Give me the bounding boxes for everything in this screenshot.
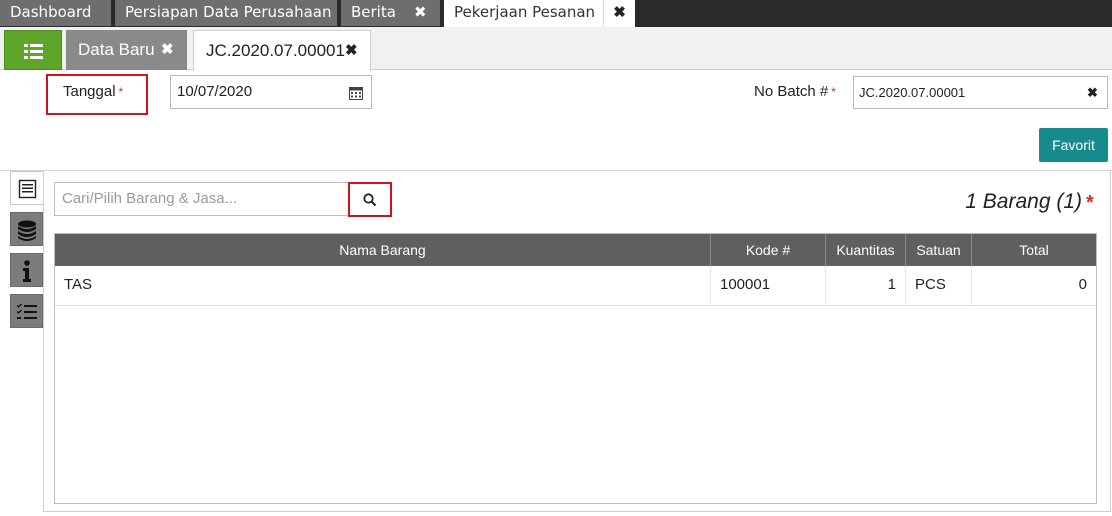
tab-label: Dashboard — [10, 3, 92, 21]
cell-satuan: PCS — [906, 266, 972, 306]
close-icon[interactable]: ✖ — [603, 0, 635, 27]
batch-value: JC.2020.07.00001 — [859, 85, 966, 100]
column-header-kode[interactable]: Kode # — [711, 234, 826, 266]
side-tab-checklist[interactable] — [10, 294, 43, 328]
tab-label: Data Baru — [78, 40, 155, 59]
sub-tab-data-baru[interactable]: Data Baru ✖ — [66, 30, 187, 70]
no-batch-input[interactable]: JC.2020.07.00001 ✖ — [853, 76, 1108, 109]
tanggal-date-input[interactable]: 10/07/2020 — [170, 75, 372, 109]
tanggal-label: Tanggal * — [63, 82, 123, 102]
sub-tab-jc-2020[interactable]: JC.2020.07.00001 ✖ — [193, 30, 371, 71]
label-text: Tanggal — [63, 83, 116, 100]
no-batch-label: No Batch # * — [754, 82, 836, 102]
cell-kuantitas: 1 — [826, 266, 906, 306]
close-icon[interactable]: ✖ — [414, 0, 427, 25]
search-icon — [363, 193, 377, 207]
label-text: No Batch # — [754, 83, 829, 100]
required-marker: * — [118, 85, 124, 99]
info-icon — [23, 260, 31, 282]
top-tab-dashboard[interactable]: Dashboard — [0, 0, 111, 26]
list-icon — [24, 44, 43, 59]
calendar-icon[interactable] — [349, 86, 363, 100]
item-search-input[interactable]: Cari/Pilih Barang & Jasa... — [54, 182, 348, 216]
item-count: 1 Barang (1) — [965, 190, 1082, 213]
list-menu-button[interactable] — [4, 30, 62, 70]
column-header-total[interactable]: Total — [972, 234, 1096, 266]
favorit-button[interactable]: Favorit — [1039, 128, 1108, 162]
close-icon[interactable]: ✖ — [345, 31, 358, 71]
column-header-kuantitas[interactable]: Kuantitas — [826, 234, 906, 266]
required-marker: * — [1086, 192, 1094, 214]
tab-label: Pekerjaan Pesanan — [454, 3, 596, 21]
items-table: Nama Barang Kode # Kuantitas Satuan Tota… — [54, 233, 1097, 504]
side-tab-info[interactable] — [10, 253, 43, 287]
clear-icon[interactable]: ✖ — [1087, 77, 1098, 109]
tab-label: Berita — [351, 3, 396, 21]
side-tab-items[interactable] — [10, 171, 43, 205]
cell-kode: 100001 — [711, 266, 826, 306]
table-header: Nama Barang Kode # Kuantitas Satuan Tota… — [55, 234, 1096, 266]
top-tab-pekerjaan-pesanan[interactable]: Pekerjaan Pesanan — [444, 0, 603, 27]
column-header-nama[interactable]: Nama Barang — [55, 234, 711, 266]
close-icon[interactable]: ✖ — [161, 30, 174, 70]
cell-total: 0 — [972, 266, 1096, 306]
checklist-icon — [16, 303, 37, 319]
column-header-satuan[interactable]: Satuan — [906, 234, 972, 266]
top-tab-berita[interactable]: Berita ✖ — [341, 0, 440, 26]
tab-label: Persiapan Data Perusahaan — [125, 3, 332, 21]
tab-label: JC.2020.07.00001 — [206, 41, 345, 60]
side-tab-cost[interactable] — [10, 212, 43, 246]
cell-nama: TAS — [55, 266, 711, 306]
search-button[interactable] — [348, 182, 392, 217]
document-list-icon — [18, 179, 37, 199]
top-tab-persiapan-data[interactable]: Persiapan Data Perusahaan — [115, 0, 337, 26]
date-value: 10/07/2020 — [177, 83, 253, 100]
required-marker: * — [831, 85, 836, 99]
coins-icon — [18, 220, 36, 241]
